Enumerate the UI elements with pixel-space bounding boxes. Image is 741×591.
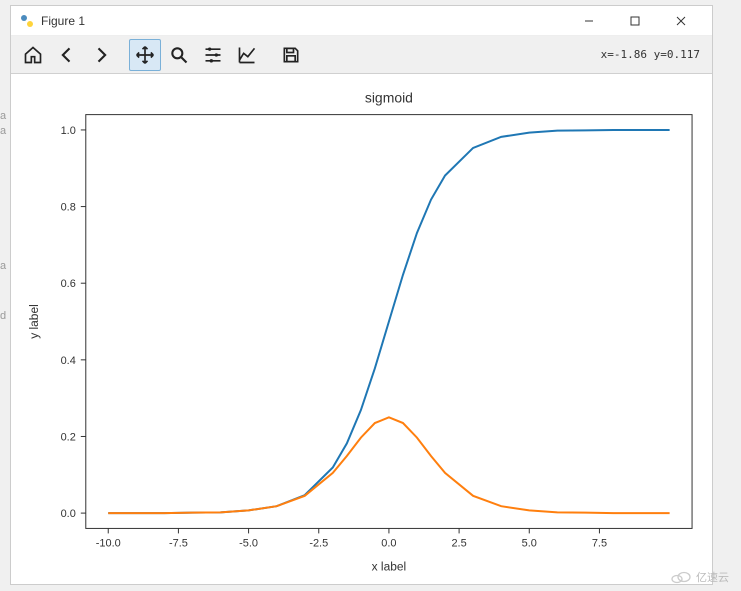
watermark: 亿速云 [670,569,729,585]
maximize-button[interactable] [612,6,658,36]
toolbar: x=-1.86 y=0.117 [11,36,712,74]
figure-window: Figure 1 [10,5,713,585]
svg-text:0.6: 0.6 [61,278,76,290]
watermark-text: 亿速云 [696,569,729,585]
window-title: Figure 1 [41,14,85,28]
coord-display: x=-1.86 y=0.117 [601,48,706,61]
svg-text:0.4: 0.4 [61,355,76,367]
home-button[interactable] [17,39,49,71]
svg-text:7.5: 7.5 [592,537,607,549]
svg-text:-7.5: -7.5 [169,537,188,549]
window-controls [566,6,704,36]
save-button[interactable] [275,39,307,71]
app-icon [19,13,35,29]
svg-text:-5.0: -5.0 [239,537,258,549]
svg-text:0.8: 0.8 [61,202,76,214]
svg-text:0.2: 0.2 [61,431,76,443]
pan-button[interactable] [129,39,161,71]
svg-text:sigmoid: sigmoid [365,90,413,106]
zoom-button[interactable] [163,39,195,71]
bg-char-4: d [0,310,6,322]
bg-char-2: a [0,125,6,137]
chart-canvas: sigmoid -10.0 -7.5 -5.0 -2.5 0.0 2.5 5.0 7.5 0.0 0… [11,74,712,584]
svg-text:x label: x label [372,559,407,573]
minimize-button[interactable] [566,6,612,36]
svg-text:2.5: 2.5 [451,537,466,549]
svg-text:0.0: 0.0 [381,537,396,549]
bg-char-3: a [0,260,6,272]
svg-text:1.0: 1.0 [61,125,76,137]
plot-area[interactable]: sigmoid -10.0 -7.5 -5.0 -2.5 0.0 2.5 5.0 7.5 0.0 0… [11,74,712,584]
svg-text:-10.0: -10.0 [96,537,121,549]
close-button[interactable] [658,6,704,36]
bg-char-1: a [0,110,6,122]
svg-text:y label: y label [27,304,41,339]
forward-button[interactable] [85,39,117,71]
svg-text:0.0: 0.0 [61,508,76,520]
edit-axes-button[interactable] [231,39,263,71]
svg-text:-2.5: -2.5 [309,537,328,549]
titlebar: Figure 1 [11,6,712,36]
svg-text:5.0: 5.0 [522,537,537,549]
back-button[interactable] [51,39,83,71]
configure-button[interactable] [197,39,229,71]
